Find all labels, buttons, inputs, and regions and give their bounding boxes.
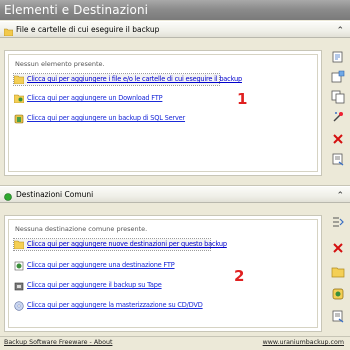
add-destination-link[interactable]: Clicca qui per aggiungere nuove destinaz… xyxy=(27,239,227,250)
destinations-toolbar xyxy=(329,213,348,333)
annotation-marker-1: 1 xyxy=(237,90,248,108)
destinations-list: Nessuna destinazione comune presente. Cl… xyxy=(8,219,318,328)
ftp-icon xyxy=(13,94,25,104)
delete-destination-button[interactable] xyxy=(331,241,345,255)
website-link[interactable]: www.uraniumbackup.com xyxy=(263,339,344,346)
collapse-chevron-icon[interactable]: ⌃ xyxy=(336,23,344,39)
ftp-icon xyxy=(14,261,24,271)
footer: Backup Software Freeware - About www.ura… xyxy=(0,337,350,350)
status-dot-icon xyxy=(4,191,12,207)
elements-section-header[interactable]: File e cartelle di cui eseguire il backu… xyxy=(0,21,350,38)
elements-section-title: File e cartelle di cui eseguire il backu… xyxy=(16,25,160,34)
database-icon xyxy=(14,114,24,124)
add-ftp-download-link[interactable]: Clicca qui per aggiungere un Download FT… xyxy=(27,93,163,104)
destinations-section-title: Destinazioni Comuni xyxy=(16,190,94,199)
collapse-chevron-icon[interactable]: ⌃ xyxy=(336,188,344,204)
destinations-panel: Nessuna destinazione comune presente. Cl… xyxy=(4,215,322,332)
elements-empty-text: Nessun elemento presente. xyxy=(15,60,105,68)
add-ftp-destination-link[interactable]: Clicca qui per aggiungere una destinazio… xyxy=(27,260,175,271)
destinations-empty-text: Nessuna destinazione comune presente. xyxy=(15,225,148,233)
elements-list: Nessun elemento presente. Clicca qui per… xyxy=(8,54,318,172)
window-title: Elementi e Destinazioni xyxy=(0,0,350,20)
annotation-marker-2: 2 xyxy=(234,267,245,285)
folder-icon xyxy=(13,75,25,85)
add-tape-link[interactable]: Clicca qui per aggiungere il backup su T… xyxy=(27,280,162,291)
elements-panel: Nessun elemento presente. Clicca qui per… xyxy=(4,50,322,176)
folder-icon xyxy=(3,26,14,42)
add-folder-button[interactable] xyxy=(331,70,345,84)
delete-element-button[interactable] xyxy=(331,132,345,146)
copy-element-button[interactable] xyxy=(331,90,345,104)
wizard-button[interactable] xyxy=(331,110,345,124)
add-sql-server-link[interactable]: Clicca qui per aggiungere un backup di S… xyxy=(27,113,185,124)
elements-toolbar xyxy=(329,48,348,178)
open-folder-button[interactable] xyxy=(331,265,345,279)
add-destination-button[interactable] xyxy=(331,215,345,229)
destination-settings-button[interactable] xyxy=(331,287,345,301)
destination-properties-button[interactable] xyxy=(331,309,345,323)
tape-icon xyxy=(14,281,24,291)
cd-icon xyxy=(14,301,24,311)
add-element-button[interactable] xyxy=(331,50,345,64)
about-link[interactable]: Backup Software Freeware - About xyxy=(4,339,112,346)
properties-button[interactable] xyxy=(331,152,345,166)
add-cd-dvd-link[interactable]: Clicca qui per aggiungere la masterizzaz… xyxy=(27,300,203,311)
folder-icon xyxy=(13,240,25,250)
add-files-folders-link[interactable]: Clicca qui per aggiungere i file e/o le … xyxy=(27,74,242,85)
add-files-folders-link-item[interactable]: Clicca qui per aggiungere i file e/o le … xyxy=(13,73,242,86)
destinations-section-header[interactable]: Destinazioni Comuni ⌃ xyxy=(0,186,350,203)
add-destination-link-item[interactable]: Clicca qui per aggiungere nuove destinaz… xyxy=(13,238,227,251)
